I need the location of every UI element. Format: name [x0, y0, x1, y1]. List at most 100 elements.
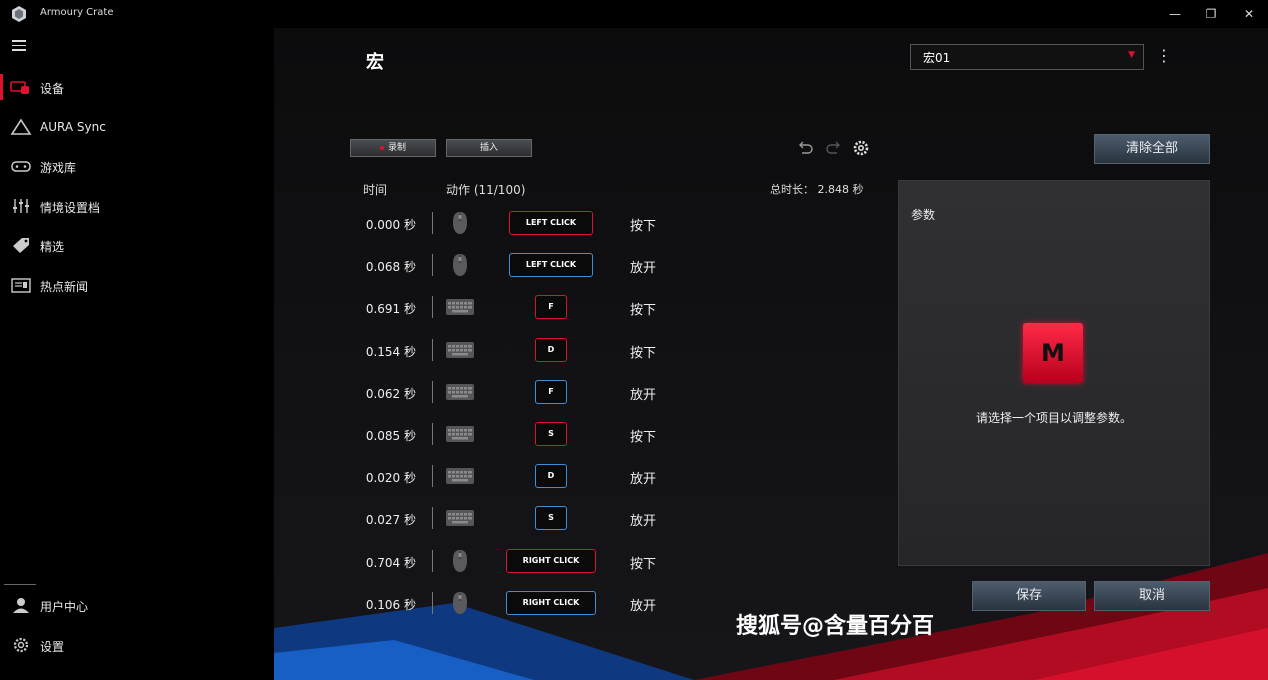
settings-gear-icon[interactable] [852, 139, 870, 157]
watermark-text: 搜狐号@含量百分百 [736, 614, 935, 639]
macro-row[interactable]: 0.027 秒 S 放开 [354, 503, 674, 533]
profile-select[interactable]: 宏01 ▼ [910, 44, 1144, 70]
sidebar-item-news[interactable]: 热点新闻 [0, 268, 274, 302]
sidebar-item-label: 热点新闻 [40, 280, 89, 294]
macro-m-icon: M [1023, 323, 1083, 383]
row-separator [432, 592, 433, 614]
macro-row-state: 放开 [630, 261, 657, 276]
macro-row[interactable]: 0.691 秒 F 按下 [354, 292, 674, 322]
sidebar-item-user-center[interactable]: 用户中心 [0, 588, 274, 622]
sidebar-item-scenario-profiles[interactable]: 情境设置档 [0, 189, 274, 223]
macro-row[interactable]: 0.704 秒 RIGHT CLICK 按下 [354, 546, 674, 576]
macro-key-wrap: D [490, 464, 610, 488]
macro-key-box[interactable]: D [535, 338, 567, 362]
macro-key-wrap: S [490, 422, 610, 446]
row-separator [432, 550, 433, 572]
macro-row-time: 0.154 秒 [365, 345, 416, 359]
macro-row-state: 按下 [630, 557, 657, 572]
macro-row-state: 按下 [630, 430, 657, 445]
macro-row[interactable]: 0.020 秒 D 放开 [354, 461, 674, 491]
app-title: Armoury Crate [40, 7, 114, 18]
macro-key-wrap: F [490, 295, 610, 319]
news-icon [11, 278, 31, 293]
mouse-icon [446, 253, 474, 277]
macro-row-time: 0.068 秒 [365, 260, 416, 274]
macro-row-time: 0.106 秒 [365, 598, 416, 612]
sidebar-item-label: 精选 [40, 240, 65, 254]
close-button[interactable]: ✕ [1234, 4, 1264, 24]
more-options-icon[interactable]: ⋮ [1156, 46, 1172, 65]
sidebar-item-game-library[interactable]: 游戏库 [0, 149, 274, 183]
macro-row-time: 0.027 秒 [365, 513, 416, 527]
macro-row-state: 按下 [630, 219, 657, 234]
macro-row[interactable]: 0.154 秒 D 按下 [354, 335, 674, 365]
maximize-button[interactable]: ❐ [1196, 4, 1226, 24]
macro-key-wrap: D [490, 338, 610, 362]
row-separator [432, 254, 433, 276]
user-icon [13, 598, 29, 613]
cancel-button[interactable]: 取消 [1094, 581, 1210, 611]
sidebar-item-featured[interactable]: 精选 [0, 228, 274, 262]
macro-key-box[interactable]: S [535, 506, 567, 530]
macro-row[interactable]: 0.106 秒 RIGHT CLICK 放开 [354, 588, 674, 618]
sidebar-item-label: AURA Sync [40, 120, 106, 134]
macro-row-state: 按下 [630, 303, 657, 318]
macro-key-box[interactable]: F [535, 295, 567, 319]
sidebar-divider [4, 584, 36, 585]
redo-icon[interactable] [825, 139, 843, 157]
macro-key-wrap: RIGHT CLICK [490, 591, 610, 615]
undo-icon[interactable] [796, 139, 814, 157]
macro-row-time: 0.020 秒 [365, 471, 416, 485]
keyboard-icon [446, 422, 474, 446]
macro-key-box[interactable]: S [535, 422, 567, 446]
macro-row-time: 0.691 秒 [365, 302, 416, 316]
record-button-label: 录制 [387, 143, 406, 153]
title-bar: Armoury Crate — ❐ ✕ [0, 0, 1268, 28]
keyboard-icon [446, 338, 474, 362]
macro-row-state: 放开 [630, 472, 657, 487]
device-icon [10, 81, 29, 94]
save-button[interactable]: 保存 [972, 581, 1086, 611]
insert-button[interactable]: 插入 [446, 139, 532, 157]
macro-row[interactable]: 0.085 秒 S 按下 [354, 419, 674, 449]
macro-key-box[interactable]: LEFT CLICK [509, 211, 593, 235]
hamburger-menu-icon[interactable] [12, 40, 26, 51]
sidebar-item-settings[interactable]: 设置 [0, 628, 274, 662]
sidebar-item-label: 情境设置档 [40, 201, 101, 215]
macro-key-box[interactable]: RIGHT CLICK [506, 591, 596, 615]
macro-row[interactable]: 0.062 秒 F 放开 [354, 377, 674, 407]
main-content: 宏 宏01 ▼ ⋮ 录制 插入 清除全部 时间 动作 (11/100) 总时长：… [274, 28, 1268, 680]
gear-icon [13, 637, 29, 653]
macro-key-wrap: S [490, 506, 610, 530]
sidebar-item-label: 设置 [40, 640, 65, 654]
macro-row-time: 0.704 秒 [365, 556, 416, 570]
row-separator [432, 423, 433, 445]
keyboard-icon [446, 380, 474, 404]
record-button[interactable]: 录制 [350, 139, 436, 157]
macro-row[interactable]: 0.000 秒 LEFT CLICK 按下 [354, 208, 674, 238]
row-separator [432, 212, 433, 234]
total-duration: 总时长： 2.848 秒 [770, 183, 864, 196]
macro-key-wrap: F [490, 380, 610, 404]
scenario-profile-icon [13, 199, 29, 213]
keyboard-icon [446, 464, 474, 488]
sidebar-item-label: 用户中心 [40, 600, 89, 614]
macro-key-box[interactable]: LEFT CLICK [509, 253, 593, 277]
sidebar-item-label: 游戏库 [40, 161, 77, 175]
macro-row-time: 0.062 秒 [365, 387, 416, 401]
insert-button-label: 插入 [479, 143, 498, 153]
clear-all-button[interactable]: 清除全部 [1094, 134, 1210, 164]
macro-key-box[interactable]: RIGHT CLICK [506, 549, 596, 573]
macro-row-state: 放开 [630, 599, 657, 614]
macro-badge-letter: M [1041, 339, 1065, 367]
sidebar-item-aura-sync[interactable]: AURA Sync [0, 110, 274, 144]
macro-key-wrap: LEFT CLICK [490, 253, 610, 277]
macro-key-box[interactable]: F [535, 380, 567, 404]
minimize-button[interactable]: — [1160, 4, 1190, 24]
macro-row[interactable]: 0.068 秒 LEFT CLICK 放开 [354, 250, 674, 280]
rog-logo-icon [12, 6, 26, 22]
sidebar-item-devices[interactable]: 设备 [0, 70, 274, 104]
sidebar: 设备 AURA Sync 游戏库 情境设置档 精选 热点新闻 用户中心 设置 [0, 28, 274, 680]
row-separator [432, 339, 433, 361]
macro-key-box[interactable]: D [535, 464, 567, 488]
